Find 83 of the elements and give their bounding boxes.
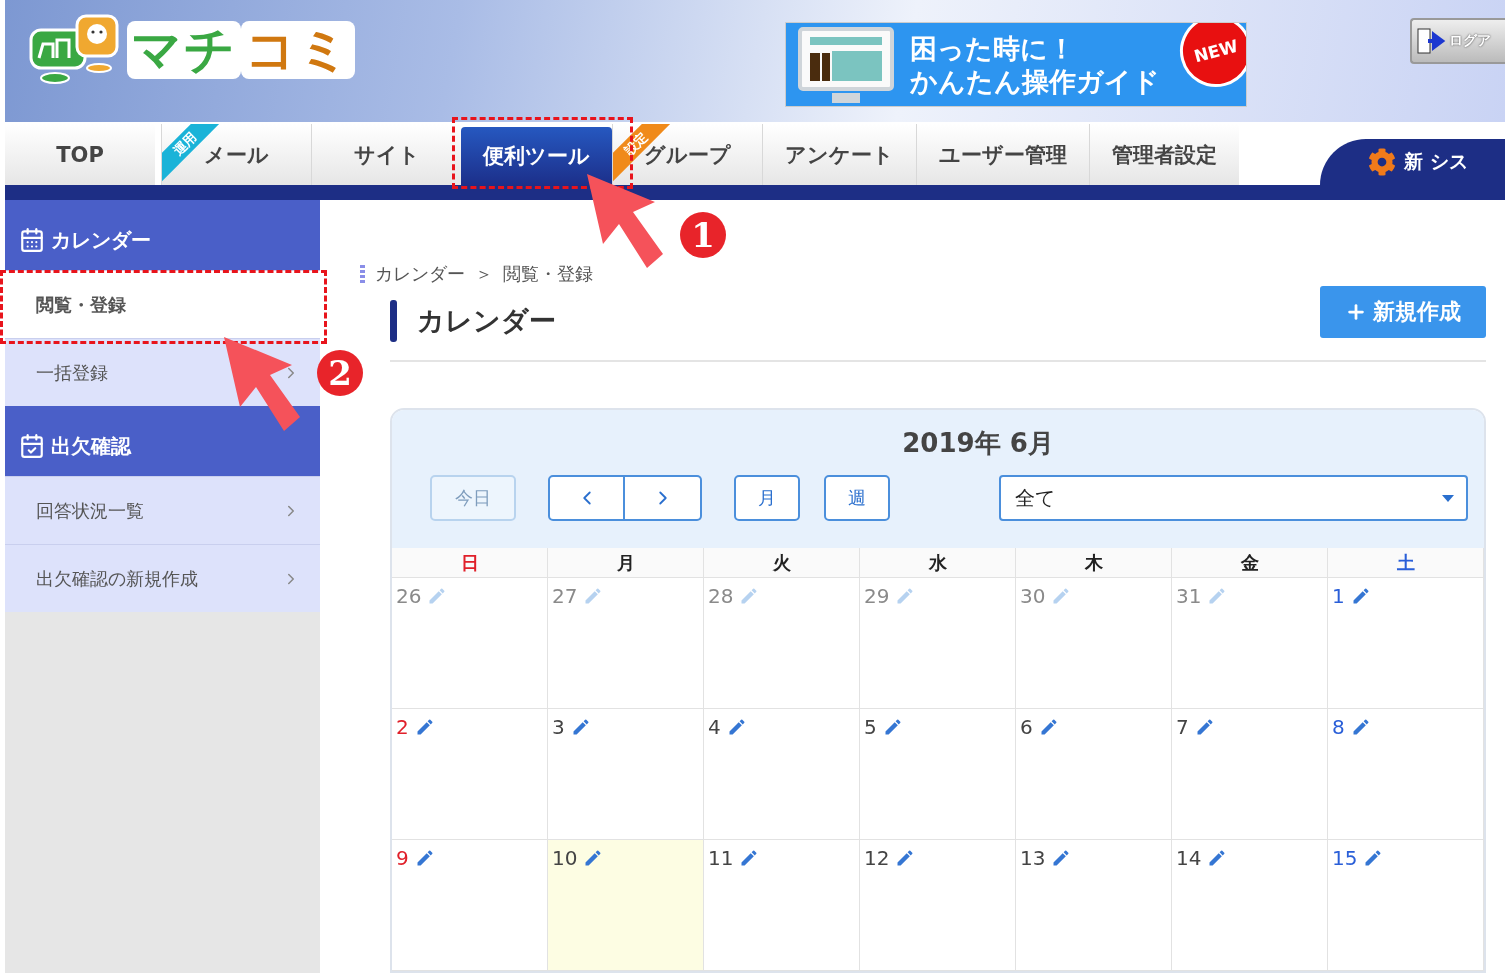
day-number: 9 xyxy=(396,846,409,870)
step-number: 1 xyxy=(680,212,726,258)
day-cell[interactable]: 1 xyxy=(1328,578,1484,709)
caret-icon xyxy=(1442,494,1454,502)
day-number: 14 xyxy=(1176,846,1202,870)
previous-button[interactable] xyxy=(548,475,625,521)
title-accent-bar xyxy=(390,300,397,342)
view-button[interactable]: 月 xyxy=(734,475,800,521)
breadcrumb-text: ＞ xyxy=(475,262,493,286)
day-number: 26 xyxy=(396,584,422,608)
page-title: カレンダー xyxy=(417,304,557,338)
grip-icon xyxy=(360,265,365,283)
weekday-header: 土 xyxy=(1328,548,1484,578)
gear-icon xyxy=(1368,148,1396,176)
day-cell[interactable]: 14 xyxy=(1172,840,1328,971)
day-cell[interactable]: 12 xyxy=(860,840,1016,971)
filter-select[interactable]: 全て xyxy=(999,475,1468,521)
day-number: 1 xyxy=(1332,584,1345,608)
day-cell[interactable]: 3 xyxy=(548,709,704,840)
nav-tab[interactable]: 便利ツール xyxy=(461,127,612,185)
weekday-header: 金 xyxy=(1172,548,1328,578)
day-cell[interactable]: 9 xyxy=(392,840,548,971)
day-number: 15 xyxy=(1332,846,1358,870)
breadcrumb-text: カレンダー xyxy=(375,262,465,286)
banner-text: かんたん操作ガイド xyxy=(910,64,1160,98)
day-number: 4 xyxy=(708,715,721,739)
day-number: 29 xyxy=(864,584,890,608)
sidebar-section-header: 出欠確認 xyxy=(5,406,320,476)
day-number: 30 xyxy=(1020,584,1046,608)
notice-tab[interactable]: 新 シス xyxy=(1320,139,1505,185)
guide-banner[interactable]: 困った時に！ かんたん操作ガイド NEW xyxy=(785,22,1247,107)
calendar-icon xyxy=(19,227,45,253)
day-cell[interactable]: 5 xyxy=(860,709,1016,840)
chat-bubbles-logo-icon xyxy=(29,14,121,86)
day-number: 3 xyxy=(552,715,565,739)
sidebar-item[interactable]: 出欠確認の新規作成 xyxy=(5,544,320,612)
logo-text: マチ xyxy=(127,21,241,79)
day-cell[interactable]: 15 xyxy=(1328,840,1484,971)
calendar-month-title: 2019年 6月 xyxy=(902,427,1054,460)
breadcrumb-text: 閲覧・登録 xyxy=(503,262,593,286)
calendar-check-icon xyxy=(19,433,45,459)
step-number: 2 xyxy=(317,350,363,396)
nav-tab[interactable]: サイト xyxy=(311,124,461,185)
weekday-header: 火 xyxy=(704,548,860,578)
sidebar-item[interactable]: 回答状況一覧 xyxy=(5,476,320,544)
logo-text: コミ xyxy=(241,21,355,79)
nav-tab[interactable]: 管理者設定 xyxy=(1089,124,1239,185)
day-cell[interactable]: 10 xyxy=(548,840,704,971)
weekday-header: 月 xyxy=(548,548,704,578)
nav-tab[interactable]: 運用 メール xyxy=(161,124,311,185)
day-cell[interactable]: 8 xyxy=(1328,709,1484,840)
day-cell[interactable]: 11 xyxy=(704,840,860,971)
day-number: 31 xyxy=(1176,584,1202,608)
day-cell[interactable]: 2 xyxy=(392,709,548,840)
logout-button[interactable]: ログア xyxy=(1410,18,1505,64)
weekday-header: 水 xyxy=(860,548,1016,578)
day-number: 2 xyxy=(396,715,409,739)
day-cell[interactable]: 7 xyxy=(1172,709,1328,840)
sidebar-section-header: カレンダー xyxy=(5,200,320,270)
weekday-header: 木 xyxy=(1016,548,1172,578)
weekday-header: 日 xyxy=(392,548,548,578)
day-cell[interactable]: 13 xyxy=(1016,840,1172,971)
view-button[interactable]: 週 xyxy=(824,475,890,521)
day-cell[interactable]: 30 xyxy=(1016,578,1172,709)
day-number: 28 xyxy=(708,584,734,608)
day-number: 12 xyxy=(864,846,890,870)
day-number: 6 xyxy=(1020,715,1033,739)
banner-text: 困った時に！ xyxy=(910,31,1076,65)
day-number: 7 xyxy=(1176,715,1189,739)
day-cell[interactable]: 4 xyxy=(704,709,860,840)
plus-icon xyxy=(1345,301,1367,323)
day-number: 27 xyxy=(552,584,578,608)
next-button[interactable] xyxy=(625,475,702,521)
sidebar-item[interactable]: 閲覧・登録 xyxy=(5,270,320,338)
day-number: 13 xyxy=(1020,846,1046,870)
nav-tab[interactable]: ユーザー管理 xyxy=(916,124,1089,185)
exit-door-icon xyxy=(1416,27,1446,55)
day-number: 11 xyxy=(708,846,734,870)
day-cell[interactable]: 6 xyxy=(1016,709,1172,840)
day-number: 5 xyxy=(864,715,877,739)
nav-tab[interactable]: アンケート xyxy=(762,124,916,185)
day-number: 8 xyxy=(1332,715,1345,739)
day-number: 10 xyxy=(552,846,578,870)
